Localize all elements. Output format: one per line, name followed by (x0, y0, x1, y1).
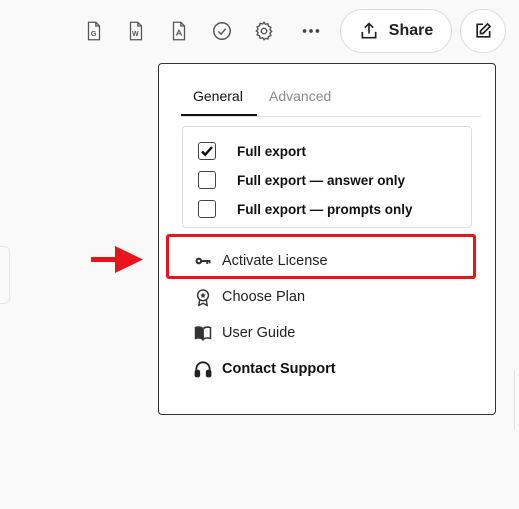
tab-bar: General Advanced (179, 80, 481, 117)
menu-item-label: Contact Support (222, 361, 336, 377)
export-option-full[interactable]: Full export (198, 140, 306, 162)
word-doc-icon[interactable]: W (123, 18, 149, 44)
headphones-icon (193, 359, 213, 379)
menu-item-label: Choose Plan (222, 289, 306, 305)
badge-icon (193, 287, 213, 307)
checkbox-unchecked[interactable] (198, 200, 216, 218)
pdf-doc-icon[interactable] (166, 18, 192, 44)
check-circle-icon[interactable] (209, 18, 235, 44)
svg-text:W: W (132, 31, 139, 38)
menu-item-user-guide[interactable]: User Guide (193, 321, 295, 345)
export-option-answer-only[interactable]: Full export — answer only (198, 169, 405, 191)
checkbox-checked[interactable] (198, 142, 216, 160)
background-panel-edge (0, 246, 10, 304)
menu-item-choose-plan[interactable]: Choose Plan (193, 285, 305, 309)
background-panel-edge-right (514, 370, 519, 430)
edit-icon (473, 21, 493, 41)
highlight-box (166, 234, 476, 279)
gear-icon[interactable] (251, 18, 277, 44)
svg-text:G: G (91, 29, 97, 38)
google-doc-icon[interactable]: G (81, 18, 107, 44)
share-label: Share (388, 22, 434, 39)
book-icon (193, 323, 213, 343)
export-option-label: Full export (237, 143, 307, 159)
export-option-prompts-only[interactable]: Full export — prompts only (198, 198, 413, 220)
export-options-group: Full export Full export — answer only Fu… (182, 126, 472, 228)
red-arrow-icon (91, 246, 143, 273)
more-horizontal-icon[interactable] (298, 18, 324, 44)
checkbox-unchecked[interactable] (198, 171, 216, 189)
menu-item-contact-support[interactable]: Contact Support (193, 357, 336, 381)
export-option-label: Full export — prompts only (237, 201, 413, 217)
tab-advanced[interactable]: Advanced (269, 88, 331, 115)
upload-icon (359, 21, 379, 41)
menu-item-label: User Guide (222, 325, 296, 341)
share-button[interactable]: Share (340, 9, 452, 53)
edit-button[interactable] (460, 9, 506, 53)
tab-general[interactable]: General (181, 88, 257, 116)
export-option-label: Full export — answer only (237, 172, 406, 188)
